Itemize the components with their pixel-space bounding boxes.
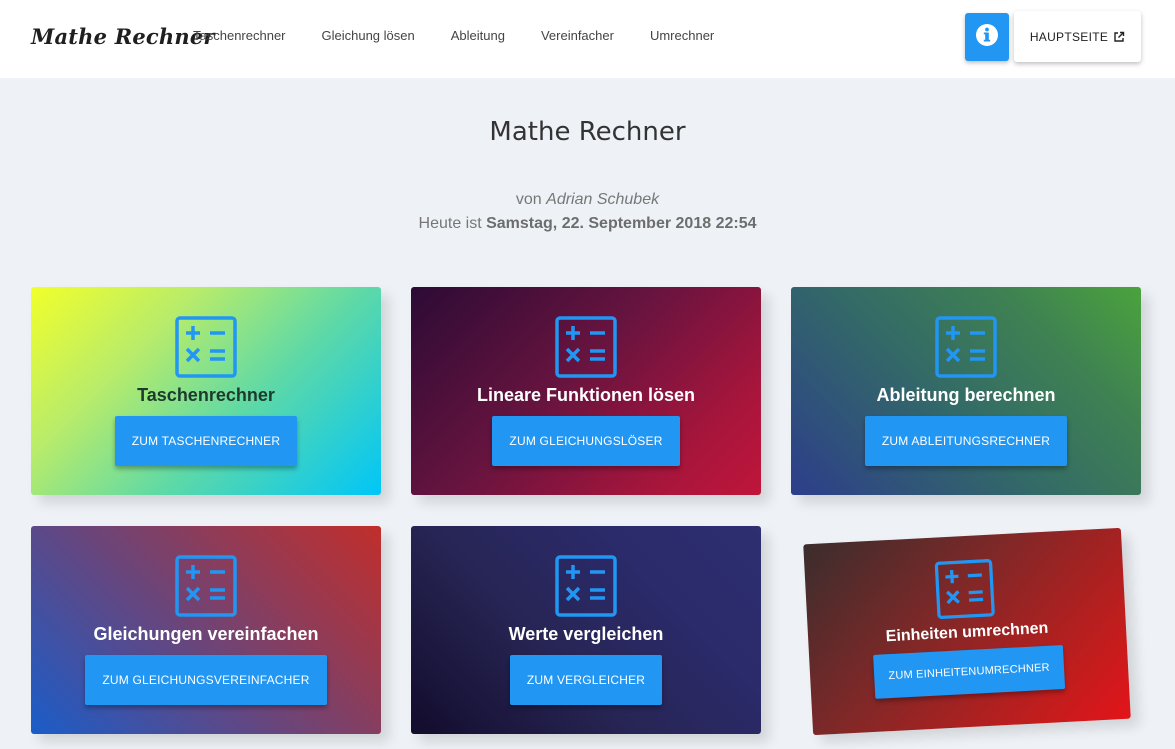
date-prefix: Heute ist — [418, 215, 482, 232]
nav-link-umrechner[interactable]: Umrechner — [650, 28, 714, 43]
info-button[interactable] — [965, 13, 1009, 61]
calculator-icon — [555, 316, 617, 378]
card-ableitung: Ableitung berechnen ZUM ABLEITUNGSRECHNE… — [791, 287, 1141, 495]
brand-logo[interactable]: Mathe Rechner — [31, 24, 215, 49]
home-button[interactable]: HAUPTSEITE — [1014, 11, 1141, 62]
calculator-icon — [935, 316, 997, 378]
card-vergleicher: Werte vergleichen ZUM VERGLEICHER — [411, 526, 761, 734]
zum-taschenrechner-button[interactable]: ZUM TASCHENRECHNER — [114, 416, 298, 466]
card-gleichungsloeser: Lineare Funktionen lösen ZUM GLEICHUNGSL… — [411, 287, 761, 495]
zum-ableitungsrechner-button[interactable]: ZUM ABLEITUNGSRECHNER — [864, 416, 1068, 466]
nav-link-vereinfacher[interactable]: Vereinfacher — [541, 28, 614, 43]
calculator-icon — [175, 316, 237, 378]
zum-gleichungsvereinfacher-button[interactable]: ZUM GLEICHUNGSVEREINFACHER — [85, 655, 327, 705]
card-einheitenumrechner: Einheiten umrechnen ZUM EINHEITENUMRECHN… — [803, 527, 1131, 736]
card-title: Lineare Funktionen lösen — [476, 385, 696, 405]
nav-link-gleichung-loesen[interactable]: Gleichung lösen — [322, 28, 415, 43]
card-title: Taschenrechner — [137, 385, 275, 405]
nav-links: Taschenrechner Gleichung lösen Ableitung… — [193, 28, 750, 43]
card-title: Gleichungen vereinfachen — [93, 624, 319, 644]
zum-einheitenumrechner-button[interactable]: ZUM EINHEITENUMRECHNER — [873, 645, 1065, 699]
navbar: Mathe Rechner Taschenrechner Gleichung l… — [0, 0, 1175, 78]
home-button-label: HAUPTSEITE — [1029, 29, 1109, 44]
date-line: Heute ist Samstag, 22. September 2018 22… — [0, 215, 1175, 233]
calculator-icon — [175, 555, 237, 617]
card-title: Einheiten umrechnen — [885, 619, 1049, 646]
card-title: Werte vergleichen — [508, 624, 664, 644]
zum-gleichungsloeser-button[interactable]: ZUM GLEICHUNGSLÖSER — [492, 416, 680, 466]
calculator-icon — [934, 559, 995, 620]
card-title: Ableitung berechnen — [876, 385, 1056, 405]
author-name: Adrian Schubek — [546, 191, 660, 208]
zum-vergleicher-button[interactable]: ZUM VERGLEICHER — [509, 655, 663, 705]
card-taschenrechner: Taschenrechner ZUM TASCHENRECHNER — [31, 287, 381, 495]
page-title: Mathe Rechner — [489, 117, 686, 147]
calculator-icon — [555, 555, 617, 617]
nav-link-ableitung[interactable]: Ableitung — [451, 28, 505, 43]
author-line: von Adrian Schubek — [0, 191, 1175, 209]
author-prefix: von — [515, 191, 542, 208]
external-link-icon — [1113, 31, 1125, 43]
current-date: Samstag, 22. September 2018 22:54 — [486, 215, 757, 232]
info-icon — [975, 23, 999, 52]
nav-link-taschenrechner[interactable]: Taschenrechner — [193, 28, 286, 43]
card-vereinfacher: Gleichungen vereinfachen ZUM GLEICHUNGSV… — [31, 526, 381, 734]
